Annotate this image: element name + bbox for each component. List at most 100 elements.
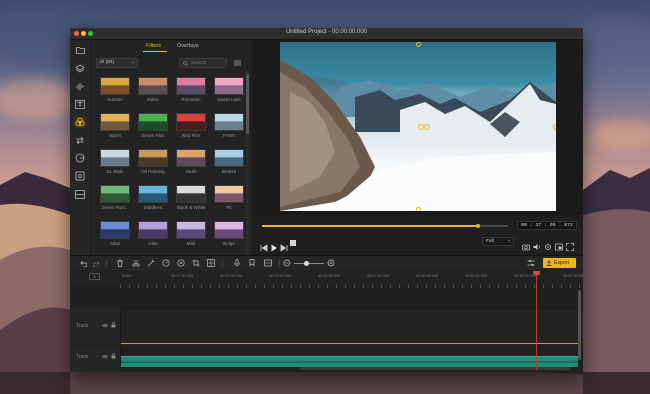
filter-thumbnail[interactable] (138, 221, 168, 239)
stop-icon[interactable] (290, 240, 296, 246)
transform-handle[interactable] (416, 42, 421, 47)
timeline-ruler[interactable]: 1 0.000 00:17:30.000 00:20:00.000 00:22:30.… (70, 270, 583, 284)
transitions-icon[interactable] (74, 134, 86, 146)
zoom-in-icon[interactable] (326, 258, 336, 268)
volume-icon[interactable] (533, 238, 541, 250)
filter-label: Retro (147, 97, 159, 102)
transform-handle[interactable] (424, 124, 430, 130)
mosaic-icon[interactable] (206, 258, 216, 268)
audio-icon[interactable] (74, 80, 86, 92)
ruler-tick-label: 00:17:30.000 (171, 274, 194, 278)
layers-icon[interactable] (74, 62, 86, 74)
filters-scrollbar-track[interactable] (246, 72, 249, 257)
text-icon[interactable] (74, 98, 86, 110)
filter-label: Red Film (181, 133, 201, 138)
video-preview[interactable] (280, 42, 556, 211)
zoom-out-icon[interactable] (282, 258, 292, 268)
video-clip[interactable] (121, 356, 578, 367)
export-button[interactable]: Export (543, 258, 576, 268)
playhead[interactable] (536, 272, 537, 370)
search-field[interactable]: Search (179, 58, 227, 68)
adjust-icon[interactable] (526, 258, 536, 268)
progress-track[interactable] (262, 223, 508, 228)
snapshot-icon[interactable] (522, 238, 530, 251)
filter-thumbnail[interactable] (214, 149, 244, 167)
filter-label: Oil Painting (141, 169, 165, 174)
filter-label: Sweet Love (216, 97, 241, 102)
add-track-button[interactable]: 1 (89, 273, 100, 280)
magic-icon[interactable] (146, 258, 156, 268)
filter-thumbnail[interactable] (138, 185, 168, 203)
grid-view-icon[interactable] (232, 58, 242, 68)
track-header: Track (70, 346, 121, 372)
track-label: Track (76, 354, 89, 360)
marker-icon[interactable] (247, 258, 257, 268)
lock-icon[interactable] (111, 322, 116, 328)
audio-line (121, 343, 578, 344)
filter-thumbnail[interactable] (214, 221, 244, 239)
toolbar-divider (222, 259, 223, 267)
filter-thumbnail[interactable] (138, 77, 168, 95)
cut-icon[interactable] (131, 258, 141, 268)
filter-thumbnail[interactable] (100, 77, 130, 95)
transform-handle[interactable] (416, 207, 421, 211)
speed-icon[interactable] (161, 258, 171, 268)
timeline: 1 0.000 00:17:30.000 00:20:00.000 00:22:30.… (70, 270, 583, 372)
filter-thumbnail[interactable] (100, 221, 130, 239)
filter-thumbnail[interactable] (176, 113, 206, 131)
transform-handle[interactable] (553, 124, 556, 130)
delete-icon[interactable] (115, 258, 125, 268)
zoom-select[interactable]: Full ⌄ (482, 237, 514, 246)
zoom-slider[interactable] (294, 261, 324, 266)
filter-thumbnail[interactable] (176, 149, 206, 167)
media-folder-icon[interactable] (74, 44, 86, 56)
track-lane[interactable] (121, 308, 583, 346)
timeline-vertical-scrollbar[interactable] (578, 290, 581, 360)
redo-icon[interactable] (92, 258, 102, 268)
filters-icon[interactable] (74, 116, 86, 128)
ruler-tick-label: 00:37:30.000 (563, 274, 583, 278)
filter-thumbnail[interactable] (214, 77, 244, 95)
timecode-display: 00 : 37 : 05 . 872 (517, 221, 577, 230)
next-frame-icon[interactable] (280, 239, 288, 252)
filter-thumbnail[interactable] (138, 149, 168, 167)
eye-icon[interactable] (102, 323, 108, 328)
lock-icon[interactable] (111, 353, 116, 359)
progress-handle[interactable] (476, 223, 481, 228)
pip-icon[interactable] (555, 238, 563, 251)
filters-scrollbar-thumb[interactable] (246, 74, 249, 134)
timeline-scrollbar[interactable] (300, 367, 570, 370)
sidebar (70, 40, 91, 260)
play-icon[interactable] (270, 239, 278, 252)
microphone-icon[interactable] (232, 258, 242, 268)
filter-label: SL Style (106, 169, 124, 174)
filter-thumbnail[interactable] (214, 185, 244, 203)
detach-audio-icon[interactable] (263, 258, 273, 268)
filter-label: Bulge (223, 241, 235, 246)
sticker-icon[interactable] (74, 152, 86, 164)
filter-thumbnail[interactable] (100, 149, 130, 167)
fullscreen-icon[interactable] (566, 238, 574, 251)
ruler-tick-label: 00:22:30.000 (269, 274, 292, 278)
eye-icon[interactable] (102, 354, 108, 359)
filter-thumbnail[interactable] (100, 113, 130, 131)
undo-icon[interactable] (78, 258, 88, 268)
elements-icon[interactable] (74, 170, 86, 182)
zoom-slider-handle[interactable] (304, 261, 309, 266)
crop-icon[interactable] (191, 258, 201, 268)
color-icon[interactable] (176, 258, 186, 268)
filter-label: Black & White (176, 205, 206, 210)
category-select[interactable]: All (64) ⌄ (96, 58, 138, 68)
filter-thumbnail[interactable] (176, 221, 206, 239)
filter-thumbnail[interactable] (176, 77, 206, 95)
clip-waveform (121, 361, 578, 363)
filter-thumbnail[interactable] (176, 185, 206, 203)
tab-filters[interactable]: Filters (146, 43, 161, 49)
settings-icon[interactable] (544, 238, 552, 250)
previous-frame-icon[interactable] (260, 239, 268, 252)
filter-thumbnail[interactable] (138, 113, 168, 131)
tab-overlays[interactable]: Overlays (177, 43, 199, 49)
filter-thumbnail[interactable] (100, 185, 130, 203)
filter-thumbnail[interactable] (214, 113, 244, 131)
split-screen-icon[interactable] (74, 188, 86, 200)
